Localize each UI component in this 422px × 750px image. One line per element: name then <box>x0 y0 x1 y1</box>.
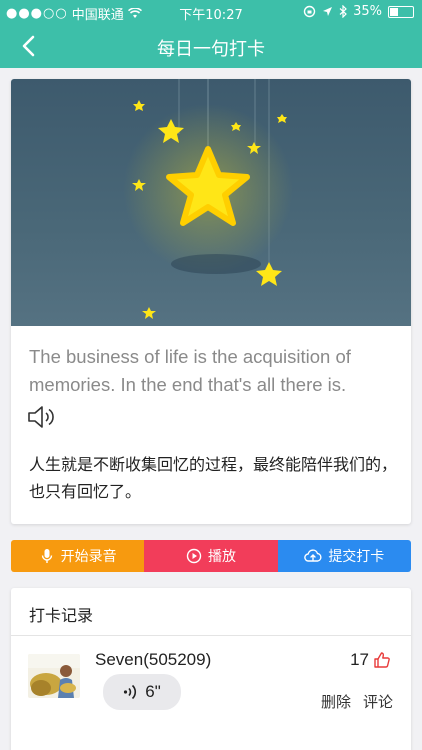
divider <box>11 635 411 636</box>
location-icon <box>323 7 333 16</box>
like-count: 17 <box>350 650 369 669</box>
avatar[interactable] <box>28 654 80 698</box>
submit-checkin-button[interactable]: 提交打卡 <box>277 540 411 572</box>
daily-sentence-card: The business of life is the acquisition … <box>11 79 411 524</box>
battery-icon <box>388 5 414 18</box>
cloud-upload-icon <box>304 549 322 562</box>
thumbs-up-icon <box>374 652 390 668</box>
battery-percent: 35% <box>353 4 382 19</box>
delete-button[interactable]: 删除 <box>321 691 351 712</box>
star-illustration <box>123 79 293 319</box>
rotation-lock-icon <box>303 5 316 18</box>
user-avatar-image <box>28 654 80 698</box>
status-right: 35% <box>303 4 414 19</box>
microphone-icon <box>41 549 52 563</box>
voice-duration: 6" <box>145 682 161 701</box>
action-bar: 开始录音 播放 提交打卡 <box>11 540 411 572</box>
checkin-records-card: 打卡记录 Seven(505209) 6" 17 删除 评论 <box>11 588 411 750</box>
submit-checkin-label: 提交打卡 <box>328 549 385 565</box>
play-label: 播放 <box>207 549 236 565</box>
record-actions: 删除 评论 <box>321 691 393 712</box>
sentence-illustration <box>11 79 411 326</box>
start-recording-label: 开始录音 <box>60 549 117 565</box>
voice-message[interactable]: 6" <box>103 674 181 710</box>
chinese-sentence: 人生就是不断收集回忆的过程，最终能陪伴我们的，也只有回忆了。 <box>29 455 398 501</box>
bluetooth-icon <box>339 5 347 18</box>
start-recording-button[interactable]: 开始录音 <box>11 540 145 572</box>
navigation-bar: 每日一句打卡 <box>0 24 422 68</box>
page-title: 每日一句打卡 <box>157 39 265 60</box>
status-bar: ●●●○○ 中国联通 下午10:27 35% <box>0 0 422 24</box>
comment-button[interactable]: 评论 <box>363 691 393 712</box>
english-sentence: The business of life is the acquisition … <box>29 346 351 395</box>
record-username: Seven(505209) <box>95 650 212 669</box>
speaker-button[interactable] <box>27 403 59 431</box>
speaker-icon <box>28 406 54 428</box>
play-circle-icon <box>186 548 202 564</box>
voice-wave-icon <box>124 684 137 700</box>
records-title: 打卡记录 <box>29 606 94 625</box>
play-button[interactable]: 播放 <box>144 540 278 572</box>
like-button[interactable]: 17 <box>350 650 391 670</box>
